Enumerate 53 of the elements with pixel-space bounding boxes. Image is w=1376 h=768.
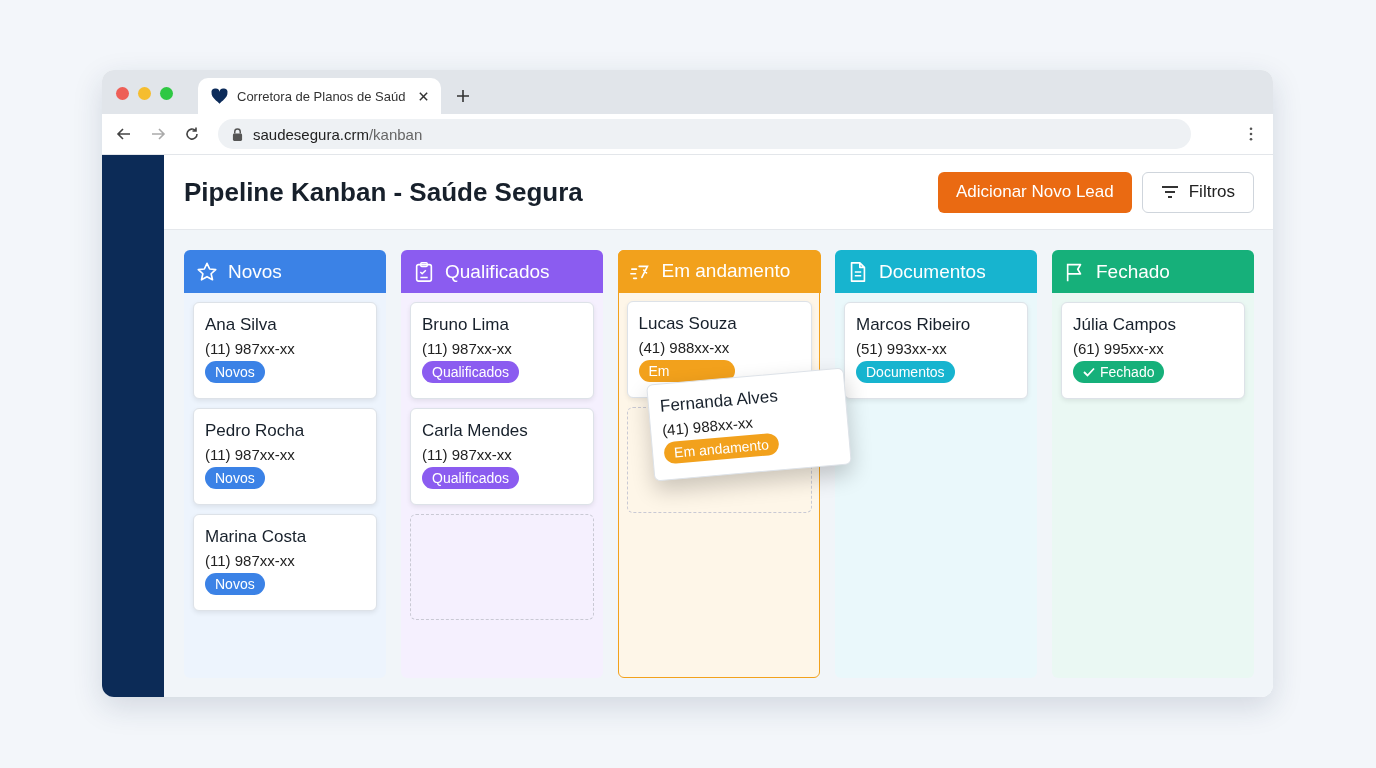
lead-card[interactable]: Bruno Lima (11) 987xx-xx Qualificados xyxy=(410,302,594,399)
status-tag: Em xyxy=(638,359,735,382)
lead-card[interactable]: Júlia Campos (61) 995xx-xx Fechado xyxy=(1061,302,1245,399)
lead-name: Marcos Ribeiro xyxy=(856,315,971,335)
close-window-icon[interactable] xyxy=(116,86,129,100)
lead-name: Carla Mendes xyxy=(422,421,528,441)
more-menu-icon[interactable] xyxy=(1249,127,1253,141)
heart-icon xyxy=(210,86,229,106)
status-tag: Novos xyxy=(205,361,265,383)
filter-icon xyxy=(1160,185,1179,199)
lead-card[interactable]: Ana Silva (11) 987xx-xx Novos xyxy=(193,302,377,399)
page-title: Pipeline Kanban - Saúde Segura xyxy=(184,176,583,208)
lead-name: Marina Costa xyxy=(205,527,307,547)
back-arrow-icon[interactable] xyxy=(116,126,132,142)
browser-tab[interactable]: Corretora de Planos de Saúd xyxy=(198,78,441,114)
lock-icon xyxy=(232,127,243,141)
check-icon xyxy=(1083,367,1095,377)
status-tag: Documentos xyxy=(856,361,955,383)
lead-name: Júlia Campos xyxy=(1073,315,1176,335)
address-field[interactable]: saudesegura.crm/kanban xyxy=(218,119,1191,149)
status-tag: Qualificados xyxy=(422,467,520,489)
lead-name: Pedro Rocha xyxy=(205,421,305,441)
column-header: Novos xyxy=(184,250,386,293)
filter-button[interactable]: Filtros xyxy=(1141,171,1254,213)
lead-phone: (11) 987xx-xx xyxy=(205,446,295,463)
lead-phone: (11) 987xx-xx xyxy=(205,552,295,569)
lead-phone: (61) 995xx-xx xyxy=(1073,340,1164,357)
status-tag: Novos xyxy=(205,467,265,489)
column-header: Qualificados xyxy=(401,250,603,293)
new-tab-icon[interactable] xyxy=(456,89,470,103)
lead-name: Ana Silva xyxy=(205,315,277,335)
lead-card[interactable]: Marcos Ribeiro (51) 993xx-xx Documentos xyxy=(844,302,1028,399)
lead-phone: (11) 987xx-xx xyxy=(422,340,512,357)
status-tag: Qualificados xyxy=(422,361,520,383)
reload-icon[interactable] xyxy=(184,126,200,142)
lead-phone: (41) 988xx-xx xyxy=(638,338,730,356)
lead-phone: (11) 987xx-xx xyxy=(422,446,512,463)
status-tag: Novos xyxy=(205,573,265,595)
lead-phone: (51) 993xx-xx xyxy=(856,340,947,357)
tab-title: Corretora de Planos de Saúd xyxy=(237,88,407,104)
lead-card[interactable]: Marina Costa (11) 987xx-xx Novos xyxy=(193,514,377,611)
lead-name: Lucas Souza xyxy=(638,313,737,334)
star-icon xyxy=(196,260,218,283)
column-header: Fechado xyxy=(1052,250,1254,293)
lead-card[interactable]: Pedro Rocha (11) 987xx-xx Novos xyxy=(193,408,377,505)
lead-name: Bruno Lima xyxy=(422,315,509,335)
column-header: Documentos xyxy=(835,250,1037,293)
lead-card[interactable]: Carla Mendes (11) 987xx-xx Qualificados xyxy=(410,408,594,505)
column-header: Em andamento xyxy=(617,249,821,293)
clipboard-icon xyxy=(413,260,435,283)
close-icon[interactable] xyxy=(418,90,429,102)
status-tag: Fechado xyxy=(1073,361,1165,383)
lead-phone: (11) 987xx-xx xyxy=(205,340,295,357)
